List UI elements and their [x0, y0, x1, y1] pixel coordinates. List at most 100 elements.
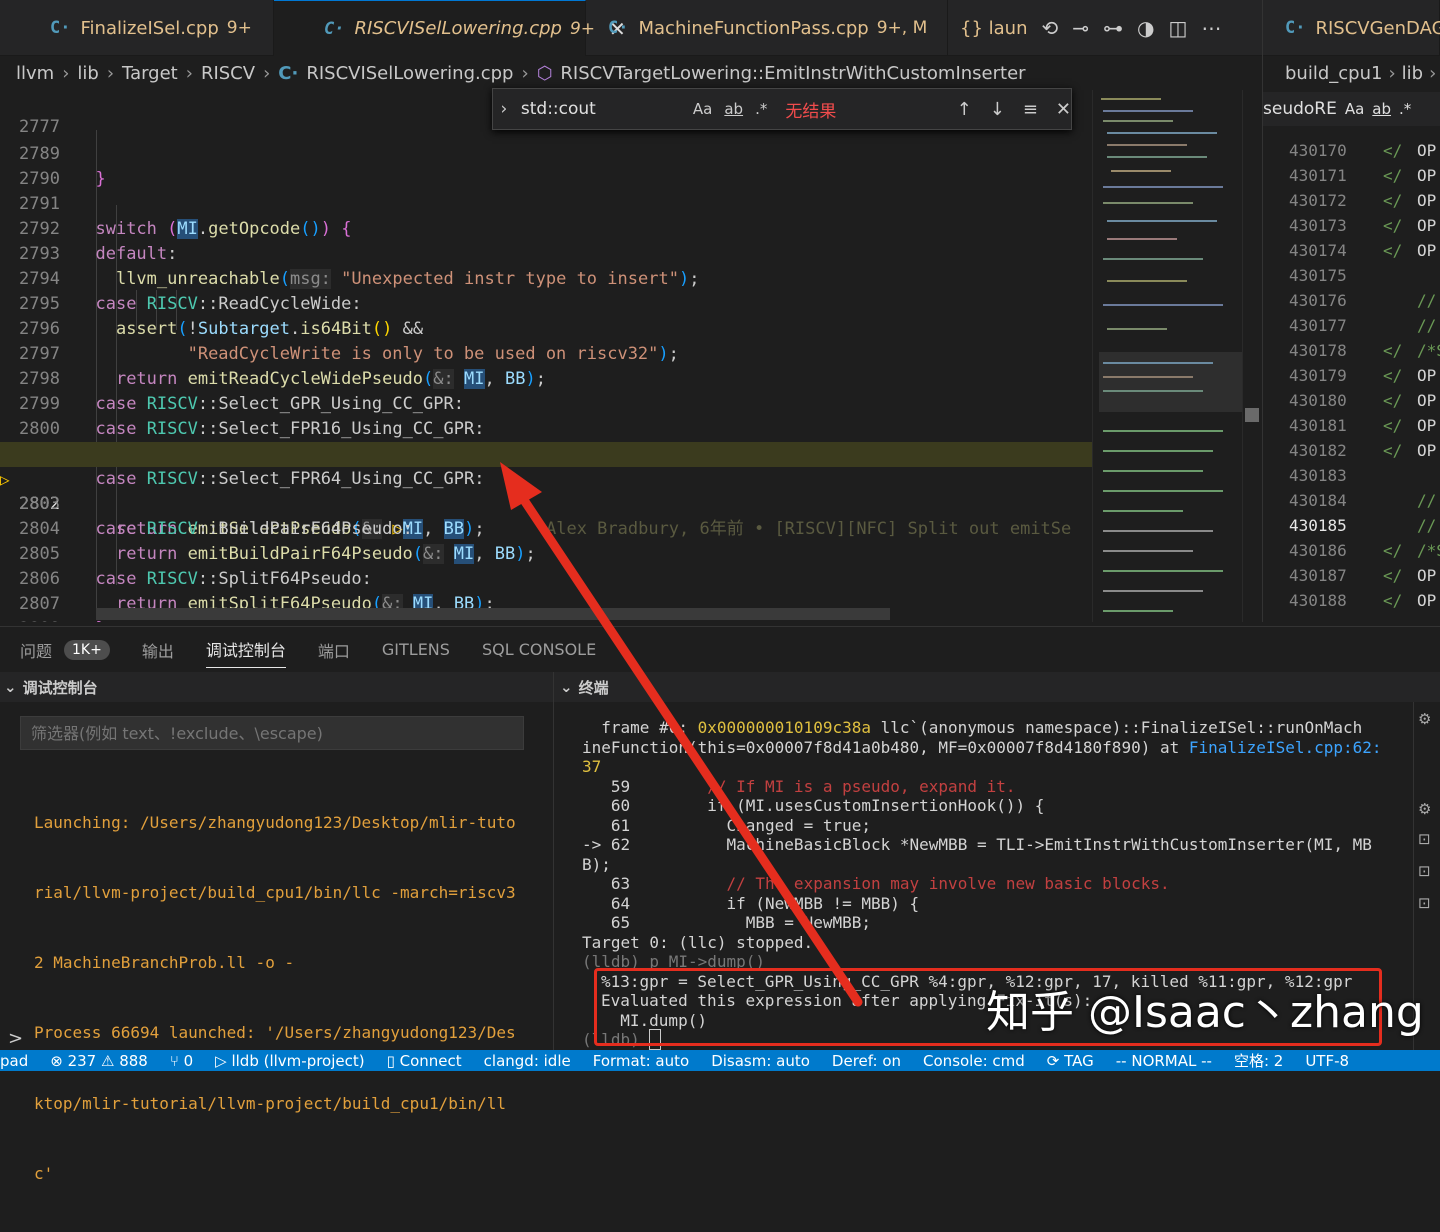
- code-token: OP: [1417, 441, 1437, 460]
- cpp-icon: C·: [278, 62, 299, 84]
- tab-debug-console[interactable]: 调试控制台: [205, 637, 286, 668]
- find-input[interactable]: seudoRE: [1263, 99, 1337, 119]
- code-line: 430181 </ OP: [1263, 413, 1440, 438]
- code-line: 2801 case RISCV::Select_FPR64_Using_CC_G…: [0, 417, 1092, 489]
- code-token: </: [1383, 541, 1403, 560]
- go-back-icon[interactable]: ⟲: [1041, 16, 1058, 40]
- debug-prompt[interactable]: >: [8, 1028, 23, 1049]
- status-item[interactable]: pad: [0, 1052, 28, 1070]
- status-item[interactable]: UTF-8: [1305, 1052, 1349, 1070]
- git-icon[interactable]: ◑: [1137, 16, 1154, 40]
- watermark-text: 知乎 @Isaac丶zhang: [986, 987, 1424, 1038]
- status-item[interactable]: clangd: idle: [484, 1052, 571, 1070]
- code-token: OP: [1417, 216, 1437, 235]
- status-item[interactable]: Console: cmd: [923, 1052, 1025, 1070]
- filter-input[interactable]: [20, 716, 524, 750]
- split-editor-right[interactable]: build_cpu1 › lib › seudoRE Aa ab .* 4301…: [1262, 56, 1440, 622]
- minimap[interactable]: [1092, 90, 1243, 622]
- status-item[interactable]: ▯ Connect: [387, 1052, 462, 1070]
- tab-riscvgendagisel[interactable]: C· RISCVGenDAGIS: [1262, 0, 1440, 56]
- tab-problems[interactable]: 问题: [20, 638, 52, 662]
- tab-machinefunctionpass[interactable]: C· MachineFunctionPass.cpp 9+, M: [586, 0, 948, 56]
- match-case-toggle[interactable]: Aa: [693, 100, 712, 118]
- find-input[interactable]: std::cout: [515, 99, 693, 119]
- gear-icon[interactable]: ⚙: [1418, 800, 1431, 818]
- breadcrumb-item[interactable]: RISCV: [201, 63, 255, 84]
- editor-actions: {} laun ⟲ ⊸ ⊶ ◑ ◫ ⋯: [948, 0, 1263, 56]
- arrow-down-icon[interactable]: ↓: [990, 99, 1005, 120]
- breadcrumb-item[interactable]: lib: [1402, 63, 1423, 84]
- gear-icon[interactable]: ⚙: [1418, 710, 1431, 728]
- tab-output[interactable]: 输出: [142, 638, 174, 662]
- line-number: 430175: [1289, 266, 1347, 285]
- debug-console-header[interactable]: ⌄ 调试控制台: [0, 672, 553, 702]
- code-token: </: [1383, 591, 1403, 610]
- breadcrumb-item[interactable]: RISCVTargetLowering::EmitInstrWithCustom…: [560, 63, 1025, 84]
- match-case-toggle[interactable]: Aa: [1345, 100, 1364, 118]
- terminal-line: -> 62 MachineBasicBlock *NewMBB = TLI->E…: [582, 835, 1372, 854]
- tab-gitlens[interactable]: GITLENS: [382, 640, 450, 659]
- code-line: 2799 case RISCV::Select_FPR16_Using_CC_G…: [0, 367, 1092, 439]
- code-line: 430174 </ OP: [1263, 238, 1440, 263]
- tab-ports[interactable]: 端口: [318, 638, 350, 662]
- horizontal-scrollbar[interactable]: [96, 608, 890, 620]
- chevron-right-icon[interactable]: ›: [493, 99, 515, 119]
- status-item[interactable]: 空格: 2: [1234, 1050, 1283, 1071]
- more-actions-icon[interactable]: ⋯: [1201, 16, 1221, 40]
- status-item[interactable]: ⊗ 237 ⚠ 888: [50, 1052, 148, 1070]
- breadcrumb-item[interactable]: llvm: [16, 63, 54, 84]
- status-item[interactable]: ⑂ 0: [170, 1052, 193, 1070]
- section-title: 调试控制台: [22, 678, 98, 697]
- chevron-right-icon: ›: [62, 62, 70, 84]
- regex-toggle[interactable]: .*: [755, 100, 767, 118]
- terminal-line: 37: [582, 757, 602, 776]
- vertical-scrollbar[interactable]: [1242, 90, 1262, 622]
- code-line: 2803 case RISCV::BuildPairF64Pseudo:: [0, 467, 1092, 539]
- status-item[interactable]: ▷ lldb (llvm-project): [215, 1052, 364, 1070]
- status-item[interactable]: -- NORMAL --: [1116, 1052, 1212, 1070]
- terminal-line: ineFunction(this=0x00007f8d41a0b480, MF=…: [582, 738, 1382, 757]
- chevron-right-icon: ›: [1388, 62, 1396, 84]
- line-number: 430172: [1289, 191, 1347, 210]
- terminal-line: 60 if (MI.usesCustomInsertionHook()) {: [582, 796, 1045, 815]
- split-editor-icon[interactable]: ◫: [1168, 16, 1187, 40]
- code-token: OP: [1417, 141, 1437, 160]
- cpp-icon: C·: [324, 18, 345, 39]
- status-bar: pad ⊗ 237 ⚠ 888 ⑂ 0 ▷ lldb (llvm-project) ▯ …: [0, 1050, 1440, 1071]
- tab-riscviSellowering[interactable]: C· RISCVISelLowering.cpp 9+ ✕: [274, 0, 626, 56]
- terminal-line: B);: [582, 855, 611, 874]
- line-number: 2808: [0, 617, 60, 622]
- breadcrumb-item[interactable]: Target: [122, 63, 178, 84]
- terminal-header[interactable]: ⌄ 终端: [553, 672, 1440, 702]
- launch-config[interactable]: {} laun: [960, 18, 1027, 39]
- terminal-icon[interactable]: ⊡: [1418, 862, 1431, 880]
- chevron-down-icon: ⌄: [4, 678, 17, 696]
- find-in-selection-icon[interactable]: ≡: [1023, 99, 1038, 120]
- match-word-toggle[interactable]: ab: [1372, 100, 1391, 118]
- breadcrumb-item[interactable]: build_cpu1: [1285, 63, 1382, 84]
- status-item[interactable]: Disasm: auto: [711, 1052, 810, 1070]
- breadcrumb-item[interactable]: RISCVISelLowering.cpp: [306, 63, 513, 84]
- code-token: //: [1417, 491, 1437, 510]
- code-token: OP: [1417, 191, 1437, 210]
- tab-sql-console[interactable]: SQL CONSOLE: [482, 640, 596, 659]
- close-icon[interactable]: ✕: [1056, 99, 1071, 120]
- breadcrumb-item[interactable]: lib: [77, 63, 98, 84]
- status-item[interactable]: ⟳ TAG: [1047, 1052, 1094, 1070]
- step-over-icon[interactable]: ⊸: [1072, 16, 1089, 40]
- tab-finalizeisel[interactable]: C· FinalizeISel.cpp 9+: [0, 0, 274, 56]
- match-word-toggle[interactable]: ab: [724, 100, 743, 118]
- code-editor[interactable]: 2777 2789 } 2790 2791 switch (MI.getOpco…: [0, 90, 1092, 622]
- tab-label: MachineFunctionPass.cpp: [638, 17, 869, 39]
- regex-toggle[interactable]: .*: [1399, 100, 1411, 118]
- code-line: 2790: [0, 142, 1092, 189]
- line-number: 430176: [1289, 291, 1347, 310]
- terminal-icon[interactable]: ⊡: [1418, 894, 1431, 912]
- code-line: 430171 </ OP: [1263, 163, 1440, 188]
- code-line: 430178 </ /*S: [1263, 338, 1440, 363]
- step-into-icon[interactable]: ⊶: [1103, 16, 1123, 40]
- terminal-icon[interactable]: ⊡: [1418, 830, 1431, 848]
- arrow-up-icon[interactable]: ↑: [957, 99, 972, 120]
- status-item[interactable]: Deref: on: [832, 1052, 901, 1070]
- status-item[interactable]: Format: auto: [593, 1052, 689, 1070]
